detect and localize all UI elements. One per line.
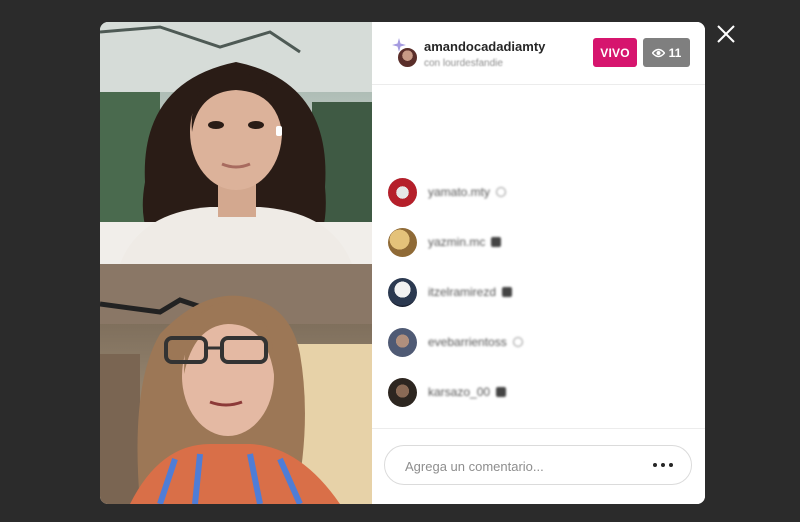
avatar[interactable] — [388, 328, 417, 357]
viewer-count: 11 — [668, 45, 682, 60]
comment-input[interactable] — [403, 446, 647, 486]
comment-username[interactable]: evebarrientoss — [428, 335, 523, 349]
live-side-panel: amandocadadiamty con lourdesfandie VIVO … — [372, 22, 705, 504]
avatar[interactable] — [388, 178, 417, 207]
host-avatar-group[interactable] — [392, 38, 418, 68]
more-options-button[interactable] — [653, 456, 673, 474]
host-username[interactable]: amandocadadiamty — [424, 39, 545, 54]
hand-icon — [502, 287, 513, 297]
live-header: amandocadadiamty con lourdesfandie VIVO … — [372, 22, 705, 85]
live-modal: amandocadadiamty con lourdesfandie VIVO … — [100, 22, 705, 504]
viewers-badge[interactable]: 11 — [643, 38, 690, 67]
live-badge: VIVO — [593, 38, 637, 67]
comment-composer — [372, 428, 705, 504]
more-options-icon — [669, 463, 673, 467]
list-item: yazmin.mc — [372, 224, 705, 274]
host-subtitle: con lourdesfandie — [424, 58, 503, 69]
list-item: karsazo_00 — [372, 374, 705, 424]
avatar — [397, 47, 418, 68]
avatar[interactable] — [388, 378, 417, 407]
avatar[interactable] — [388, 228, 417, 257]
avatar[interactable] — [388, 278, 417, 307]
close-icon — [717, 25, 735, 43]
hand-icon — [491, 237, 502, 247]
comment-username[interactable]: yamato.mty — [428, 185, 507, 199]
comment-box — [384, 445, 692, 486]
guest-video-frame — [100, 264, 372, 504]
comment-username[interactable]: yazmin.mc — [428, 235, 502, 249]
close-button[interactable] — [712, 20, 740, 48]
list-item: yamato.mty — [372, 174, 705, 224]
comment-list: yamato.mty yazmin.mc itzelramirezd eveba… — [372, 174, 705, 424]
list-item: itzelramirezd — [372, 274, 705, 324]
more-options-icon — [653, 463, 657, 467]
eye-icon — [651, 48, 665, 57]
host-video-frame — [100, 22, 372, 264]
verified-icon — [496, 187, 507, 197]
hand-icon — [496, 387, 507, 397]
more-options-icon — [661, 463, 665, 467]
guest-video — [100, 264, 372, 504]
list-item: evebarrientoss — [372, 324, 705, 374]
comment-username[interactable]: itzelramirezd — [428, 285, 513, 299]
host-video — [100, 22, 372, 264]
comment-username[interactable]: karsazo_00 — [428, 385, 507, 399]
video-column — [100, 22, 372, 504]
verified-icon — [512, 337, 523, 347]
